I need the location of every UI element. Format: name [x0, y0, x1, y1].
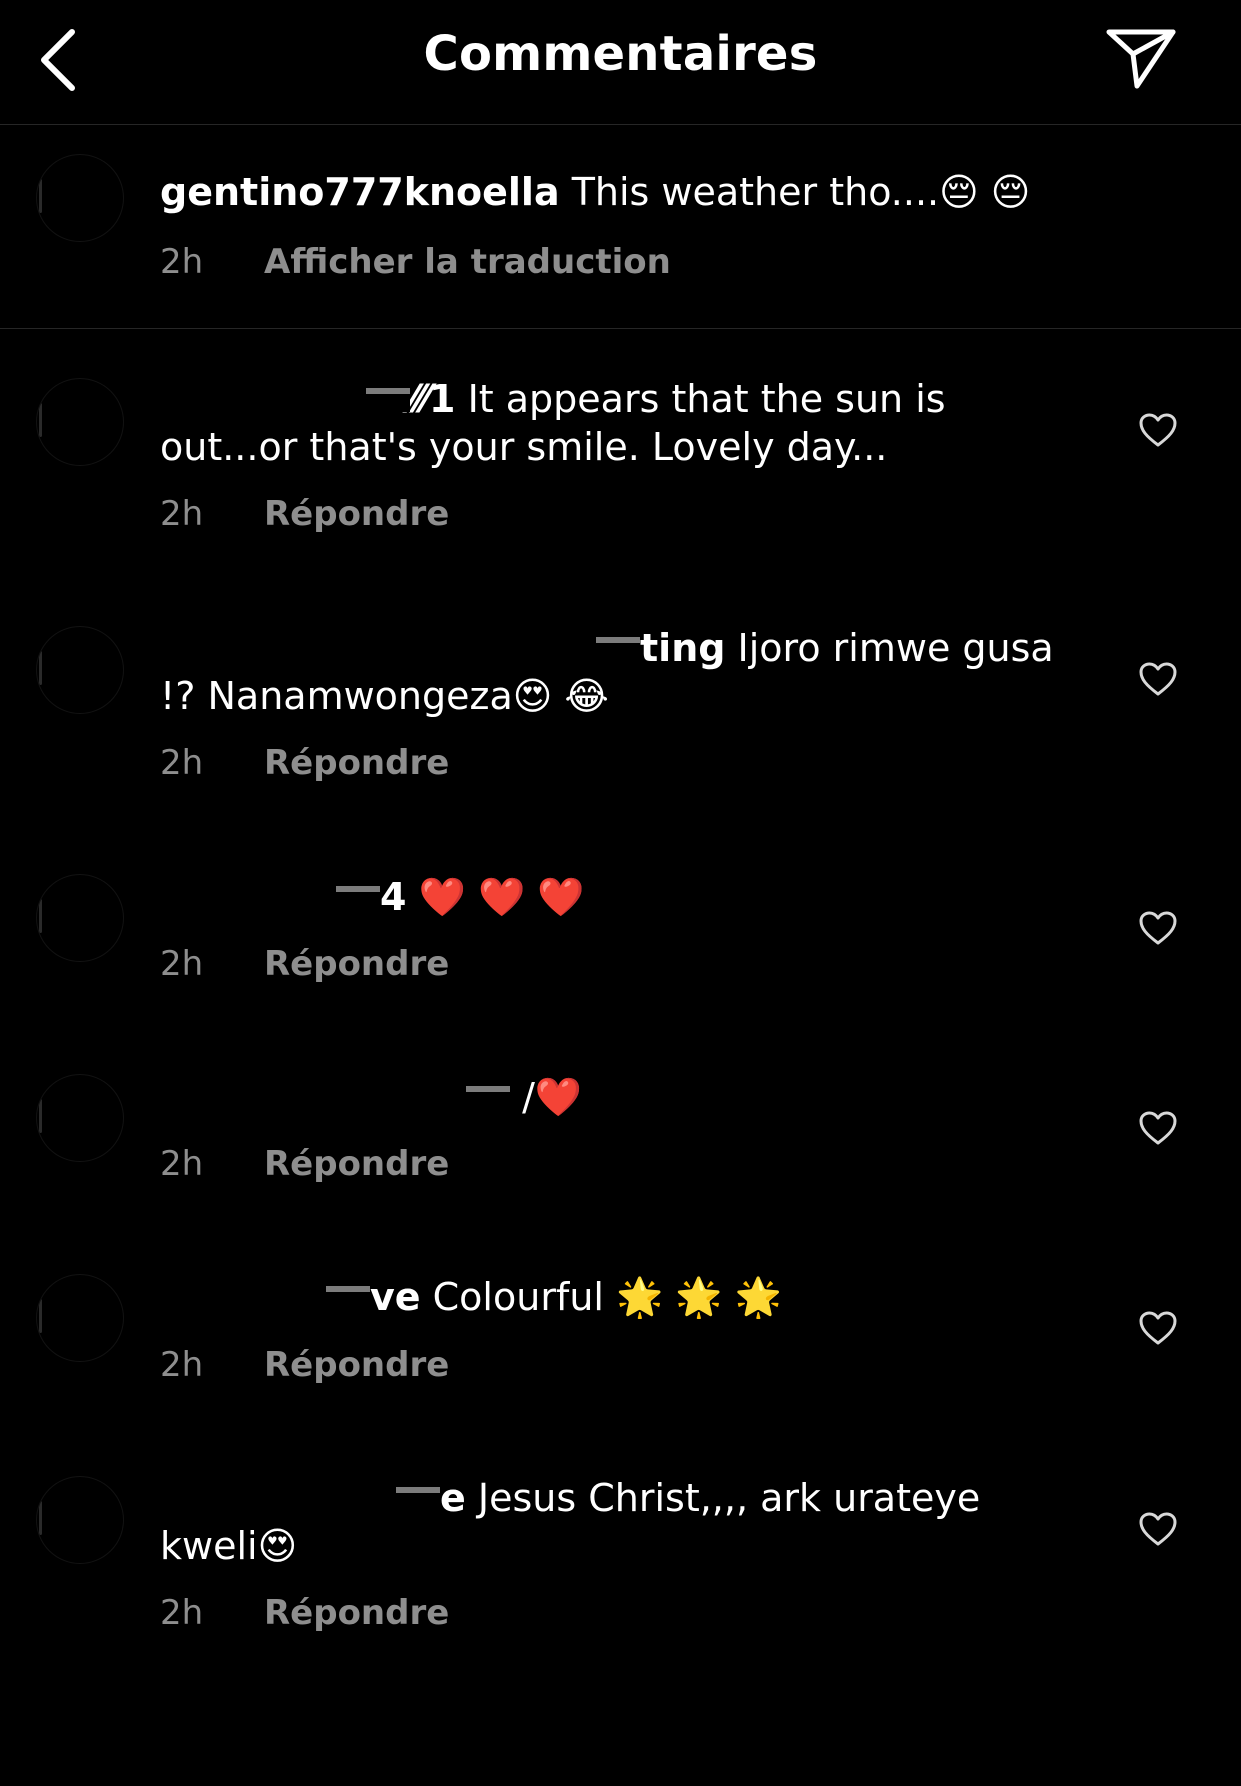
- reply-button[interactable]: Répondre: [264, 1144, 449, 1184]
- caption-username[interactable]: gentino777knoella: [160, 170, 560, 214]
- comment-username[interactable]: 4: [380, 875, 406, 919]
- reply-button[interactable]: Répondre: [264, 494, 449, 534]
- comment-username[interactable]: ting: [640, 626, 725, 670]
- header-bar: Commentaires: [0, 0, 1241, 125]
- like-button[interactable]: [1138, 910, 1178, 946]
- avatar[interactable]: [36, 626, 124, 714]
- heart-icon: [1139, 1111, 1177, 1145]
- comment-body: /❤️: [522, 1075, 583, 1119]
- heart-icon: [1139, 413, 1177, 447]
- comment-username[interactable]: e: [440, 1476, 466, 1520]
- like-button[interactable]: [1138, 1511, 1178, 1547]
- redacted-username[interactable]: [160, 1270, 370, 1310]
- post-caption: gentino777knoella This weather tho....😔 …: [0, 124, 1241, 329]
- comment-time: 2h: [160, 1345, 204, 1385]
- heart-icon: [1139, 1512, 1177, 1546]
- avatar[interactable]: [36, 1476, 124, 1564]
- comment-body: Colourful 🌟 🌟 🌟: [432, 1275, 783, 1319]
- comment-time: 2h: [160, 494, 204, 534]
- reply-button[interactable]: Répondre: [264, 1593, 449, 1633]
- comment-time: 2h: [160, 1144, 204, 1184]
- comment-time: 2h: [160, 944, 204, 984]
- comment-meta: 2h Répondre: [160, 1593, 449, 1633]
- heart-icon: [1139, 662, 1177, 696]
- comment-text: ting Ijoro rimwe gusa !? Nanamwongeza😍 😂: [160, 621, 1060, 720]
- avatar[interactable]: [36, 378, 124, 466]
- reply-button[interactable]: Répondre: [264, 1345, 449, 1385]
- comment-meta: 2h Répondre: [160, 1144, 449, 1184]
- redacted-username[interactable]: [160, 870, 380, 910]
- redacted-username[interactable]: [160, 372, 410, 412]
- comment-text: 4 ❤️ ❤️ ❤️: [160, 870, 1060, 921]
- comment-time: 2h: [160, 1593, 204, 1633]
- comment-text: e Jesus Christ,,,, ark urateye kweli😍: [160, 1471, 1060, 1570]
- redacted-username[interactable]: [160, 1471, 440, 1511]
- reply-button[interactable]: Répondre: [264, 743, 449, 783]
- like-button[interactable]: [1138, 661, 1178, 697]
- comment-time: 2h: [160, 743, 204, 783]
- avatar[interactable]: [36, 874, 124, 962]
- comment-body: ❤️ ❤️ ❤️: [418, 875, 585, 919]
- comment-text: /❤️: [160, 1070, 1060, 1121]
- page-title: Commentaires: [423, 26, 818, 82]
- caption-meta: 2h Afficher la traduction: [160, 242, 671, 282]
- comment-username[interactable]: ve: [370, 1275, 421, 1319]
- like-button[interactable]: [1138, 1110, 1178, 1146]
- paper-plane-icon: [1106, 29, 1176, 89]
- avatar[interactable]: [36, 1074, 124, 1162]
- comment-text: ⁄⁄⁄1 It appears that the sun is out...or…: [160, 372, 1060, 471]
- avatar[interactable]: [36, 154, 124, 242]
- caption-text: gentino777knoella This weather tho....😔 …: [160, 168, 1060, 216]
- redacted-username[interactable]: [160, 621, 640, 661]
- comment-text: ve Colourful 🌟 🌟 🌟: [160, 1270, 1060, 1321]
- like-button[interactable]: [1138, 1310, 1178, 1346]
- share-button[interactable]: [1103, 26, 1179, 90]
- comment-username[interactable]: ⁄⁄⁄1: [410, 377, 455, 421]
- caption-body: This weather tho....😔 😔: [571, 170, 1031, 214]
- avatar[interactable]: [36, 1274, 124, 1362]
- comment-meta: 2h Répondre: [160, 743, 449, 783]
- caption-time: 2h: [160, 242, 204, 282]
- reply-button[interactable]: Répondre: [264, 944, 449, 984]
- heart-icon: [1139, 911, 1177, 945]
- comment-meta: 2h Répondre: [160, 494, 449, 534]
- comment-meta: 2h Répondre: [160, 1345, 449, 1385]
- heart-icon: [1139, 1311, 1177, 1345]
- redacted-username[interactable]: [160, 1070, 510, 1110]
- comment-meta: 2h Répondre: [160, 944, 449, 984]
- see-translation-link[interactable]: Afficher la traduction: [264, 242, 671, 282]
- like-button[interactable]: [1138, 412, 1178, 448]
